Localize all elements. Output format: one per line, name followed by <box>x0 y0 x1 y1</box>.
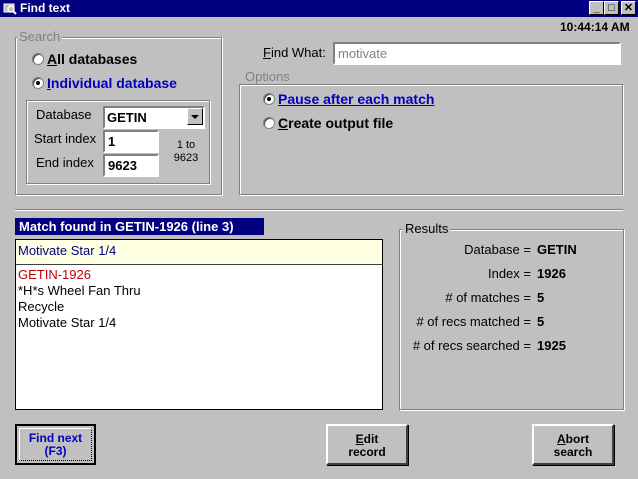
result-label-recs-searched: # of recs searched = <box>412 338 531 353</box>
result-label-index: Index = <box>487 266 531 281</box>
match-header: Match found in GETIN-1926 (line 3) <box>15 218 264 235</box>
minimize-icon: _ <box>593 2 600 14</box>
minimize-button[interactable]: _ <box>589 1 604 15</box>
match-highlight-row[interactable]: Motivate Star 1/4 <box>16 240 382 265</box>
result-value-recs-matched: 5 <box>537 314 545 329</box>
database-label: Database <box>36 107 92 122</box>
close-button[interactable]: ✕ <box>621 1 636 15</box>
app-icon <box>3 2 17 15</box>
database-select[interactable]: GETIN <box>103 106 205 129</box>
result-value-database: GETIN <box>537 242 577 257</box>
search-legend: Search <box>17 29 63 44</box>
maximize-button[interactable]: □ <box>604 1 619 15</box>
clock: 10:44:14 AM <box>560 20 630 34</box>
find-what-label: Find What: <box>263 45 326 60</box>
list-item[interactable]: Recycle <box>18 299 64 315</box>
result-value-recs-searched: 1925 <box>537 338 566 353</box>
create-output-file-radio[interactable] <box>263 117 275 129</box>
find-what-input[interactable]: motivate <box>333 42 621 65</box>
title-bar[interactable]: Find text _ □ ✕ <box>0 0 638 17</box>
dropdown-arrow-button[interactable] <box>187 108 203 125</box>
results-legend: Results <box>403 221 451 236</box>
find-next-line2: (F3) <box>44 444 67 458</box>
edit-record-button[interactable]: Edit record <box>326 424 408 465</box>
window-title: Find text <box>20 1 70 15</box>
pause-after-match-radio[interactable] <box>263 93 275 105</box>
all-databases-label[interactable]: All databases <box>47 51 137 67</box>
result-label-database: Database = <box>464 242 531 257</box>
abort-search-button[interactable]: Abort search <box>532 424 614 465</box>
start-index-field[interactable]: 1 <box>103 130 159 153</box>
index-range-hint: 1 to 9623 <box>168 139 204 165</box>
range-hint-line2: 9623 <box>173 152 199 164</box>
start-index-label: Start index <box>34 131 97 146</box>
result-label-recs-matched: # of recs matched = <box>416 314 531 329</box>
edit-record-line2: record <box>348 445 386 459</box>
database-select-value: GETIN <box>107 110 147 125</box>
range-hint-line1: 1 to <box>176 139 196 151</box>
maximize-icon: □ <box>608 2 615 14</box>
individual-database-radio[interactable] <box>32 77 44 89</box>
find-what-value: motivate <box>338 46 388 61</box>
pause-after-match-label[interactable]: Pause after each match <box>278 91 434 107</box>
match-listbox[interactable]: Motivate Star 1/4 GETIN-1926 *H*s Wheel … <box>15 239 383 410</box>
end-index-label: End index <box>36 155 94 170</box>
list-item[interactable]: Motivate Star 1/4 <box>18 315 116 331</box>
close-icon: ✕ <box>623 2 634 14</box>
separator <box>15 209 623 211</box>
chevron-down-icon <box>191 115 199 119</box>
list-item[interactable]: *H*s Wheel Fan Thru <box>18 283 141 299</box>
list-item[interactable]: GETIN-1926 <box>18 267 91 283</box>
find-next-button[interactable]: Find next (F3) <box>15 424 96 465</box>
individual-database-label[interactable]: Individual database <box>47 75 177 91</box>
result-value-matches: 5 <box>537 290 545 305</box>
create-output-file-label[interactable]: Create output file <box>278 115 393 131</box>
abort-search-line2: search <box>553 445 593 459</box>
result-label-matches: # of matches = <box>445 290 531 305</box>
options-legend: Options <box>243 69 292 84</box>
match-highlight-text: Motivate Star 1/4 <box>18 243 117 258</box>
all-databases-radio[interactable] <box>32 53 44 65</box>
end-index-field[interactable]: 9623 <box>103 154 159 177</box>
result-value-index: 1926 <box>537 266 566 281</box>
